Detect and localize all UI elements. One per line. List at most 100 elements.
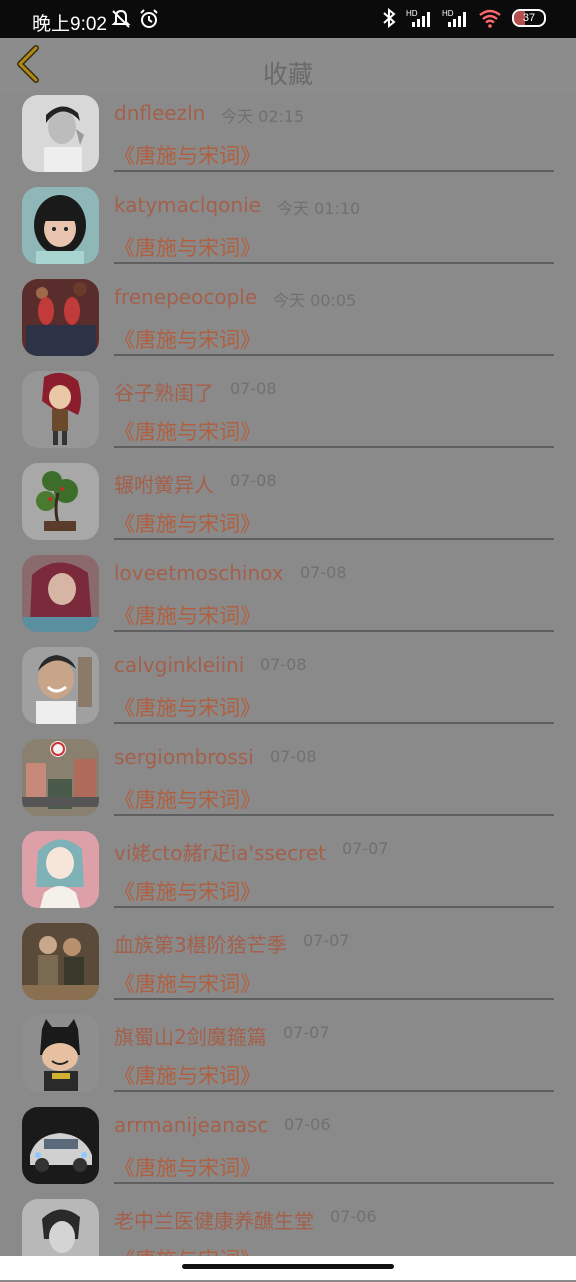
book-title[interactable]: 《唐施与宋词》: [114, 140, 261, 170]
favorite-list-item[interactable]: vi姥cto赭r疋ia'ssecret 《唐施与宋词》 07-07: [0, 822, 576, 914]
row-divider: [114, 722, 554, 724]
battery-level: 37: [522, 12, 536, 24]
avatar[interactable]: [22, 923, 99, 1000]
avatar-woman-red-hair: [22, 555, 99, 632]
favorite-list-item[interactable]: calvginkleiini 《唐施与宋词》 07-08: [0, 638, 576, 730]
home-indicator[interactable]: [182, 1264, 394, 1269]
favorite-list-item[interactable]: 旗蜀山2剑魔箍篇 《唐施与宋词》 07-07: [0, 1006, 576, 1098]
book-title[interactable]: 《唐施与宋词》: [114, 968, 261, 998]
book-title[interactable]: 《唐施与宋词》: [114, 1060, 261, 1090]
timestamp: 07-06: [284, 1115, 331, 1134]
row-divider: [114, 1090, 554, 1092]
timestamp: 07-08: [260, 655, 307, 674]
avatar[interactable]: [22, 739, 99, 816]
alarm-clock-icon: [140, 9, 158, 28]
book-title[interactable]: 《唐施与宋词》: [114, 508, 261, 538]
book-title[interactable]: 《唐施与宋词》: [114, 324, 261, 354]
favorite-list-item[interactable]: dnfleezln 《唐施与宋词》 今天 02:15: [0, 86, 576, 178]
status-left-icons: [111, 9, 159, 29]
user-name[interactable]: 辗咐黉异人: [114, 469, 214, 498]
avatar[interactable]: [22, 279, 99, 356]
user-name[interactable]: arrmanijeanasc: [114, 1113, 268, 1137]
avatar-bonsai: [22, 463, 99, 540]
row-divider: [114, 538, 554, 540]
avatar-street: [22, 739, 99, 816]
user-name[interactable]: katymaclqonie: [114, 193, 261, 217]
status-time: 晚上9:02: [32, 14, 107, 35]
status-right-icons: HD HD 37: [382, 8, 546, 28]
row-divider: [114, 906, 554, 908]
favorite-list-item[interactable]: frenepeocople 《唐施与宋词》 今天 00:05: [0, 270, 576, 362]
avatar-batman: [22, 1015, 99, 1092]
avatar-couple: [22, 923, 99, 1000]
row-divider: [114, 446, 554, 448]
book-title[interactable]: 《唐施与宋词》: [114, 784, 261, 814]
avatar[interactable]: [22, 1107, 99, 1184]
signal-hd-icon-2: HD: [442, 9, 466, 27]
user-name[interactable]: sergiombrossi: [114, 745, 254, 769]
hd-label: HD: [406, 9, 418, 18]
status-bar: 晚上9:02 HD HD 37: [0, 0, 576, 38]
avatar[interactable]: [22, 187, 99, 264]
favorite-list-item[interactable]: katymaclqonie 《唐施与宋词》 今天 01:10: [0, 178, 576, 270]
avatar-girl: [22, 187, 99, 264]
timestamp: 今天 02:15: [221, 107, 305, 126]
hd-label-2: HD: [442, 9, 454, 18]
favorite-list-item[interactable]: arrmanijeanasc 《唐施与宋词》 07-06: [0, 1098, 576, 1190]
avatar[interactable]: [22, 647, 99, 724]
favorite-list-item[interactable]: 谷子熟闺了《唐施与宋词》 07-08: [0, 362, 576, 454]
signal-hd-icon: HD: [406, 9, 430, 27]
timestamp: 07-07: [342, 839, 389, 858]
book-title[interactable]: 《唐施与宋词》: [114, 416, 261, 446]
row-divider: [114, 170, 554, 172]
book-title[interactable]: 《唐施与宋词》: [114, 232, 261, 262]
user-name[interactable]: 老中兰医健康养醮生堂: [114, 1205, 314, 1234]
avatar[interactable]: [22, 371, 99, 448]
battery-indicator: 37: [512, 9, 546, 27]
user-name[interactable]: dnfleezln: [114, 101, 205, 125]
timestamp: 今天 01:10: [277, 199, 361, 218]
avatar-cartoon-girl: [22, 831, 99, 908]
timestamp: 07-08: [270, 747, 317, 766]
user-name[interactable]: frenepeocople: [114, 285, 257, 309]
avatar-man-bw: [22, 95, 99, 172]
row-divider: [114, 354, 554, 356]
timestamp: 07-06: [330, 1207, 377, 1226]
timestamp: 07-07: [303, 931, 350, 950]
user-name[interactable]: 血族第3椹阶猞芒季: [114, 929, 287, 958]
timestamp: 07-08: [230, 379, 277, 398]
avatar-shoes: [22, 279, 99, 356]
favorite-list-item[interactable]: loveetmoschinox 《唐施与宋词》 07-08: [0, 546, 576, 638]
row-divider: [114, 1182, 554, 1184]
avatar[interactable]: [22, 555, 99, 632]
book-title[interactable]: 《唐施与宋词》: [114, 692, 261, 722]
favorite-list-item[interactable]: 血族第3椹阶猞芒季 《唐施与宋词》 07-07: [0, 914, 576, 1006]
avatar[interactable]: [22, 463, 99, 540]
row-divider: [114, 262, 554, 264]
row-divider: [114, 998, 554, 1000]
favorites-list: dnfleezln 《唐施与宋词》 今天 02:15 katymaclqonie 《唐施…: [0, 86, 576, 1282]
avatar[interactable]: [22, 1015, 99, 1092]
wifi-icon: [479, 9, 501, 28]
user-name[interactable]: loveetmoschinox: [114, 561, 284, 585]
user-name[interactable]: calvginkleiini: [114, 653, 244, 677]
silent-bell-icon: [111, 9, 131, 28]
row-divider: [114, 814, 554, 816]
row-divider: [114, 630, 554, 632]
avatar[interactable]: [22, 95, 99, 172]
avatar[interactable]: [22, 831, 99, 908]
timestamp: 07-08: [230, 471, 277, 490]
user-name[interactable]: 旗蜀山2剑魔箍篇: [114, 1021, 267, 1050]
timestamp: 07-07: [283, 1023, 330, 1042]
timestamp: 07-08: [300, 563, 347, 582]
avatar-car: [22, 1107, 99, 1184]
user-name[interactable]: vi姥cto赭r疋ia'ssecret: [114, 837, 326, 866]
favorite-list-item[interactable]: sergiombrossi 《唐施与宋词》 07-08: [0, 730, 576, 822]
book-title[interactable]: 《唐施与宋词》: [114, 600, 261, 630]
book-title[interactable]: 《唐施与宋词》: [114, 876, 261, 906]
user-name[interactable]: 谷子熟闺了: [114, 377, 214, 406]
home-indicator-bar: [0, 1256, 576, 1280]
favorite-list-item[interactable]: 辗咐黉异人《唐施与宋词》 07-08: [0, 454, 576, 546]
timestamp: 今天 00:05: [273, 291, 357, 310]
book-title[interactable]: 《唐施与宋词》: [114, 1152, 261, 1182]
